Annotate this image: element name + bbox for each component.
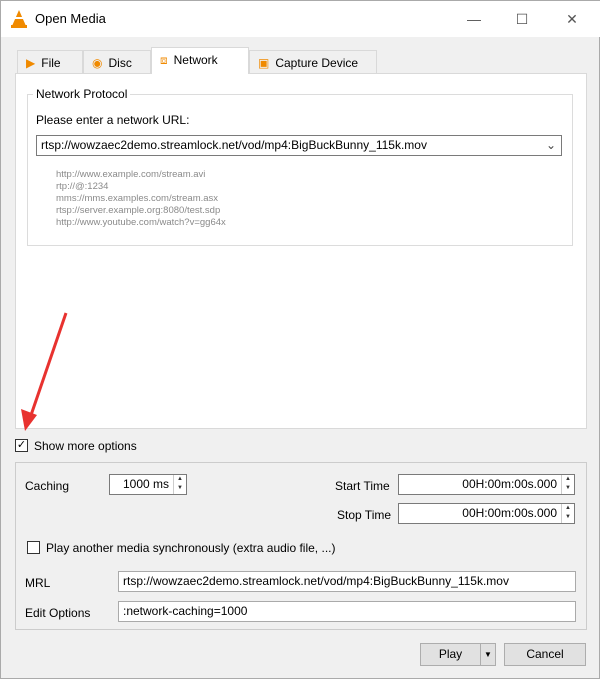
window-title: Open Media xyxy=(35,11,106,26)
vlc-cone-icon xyxy=(11,10,27,28)
network-url-combobox[interactable]: rtsp://wowzaec2demo.streamlock.net/vod/m… xyxy=(36,135,562,156)
capture-device-icon: ▣ xyxy=(258,56,270,70)
stop-time-field[interactable]: 00H:00m:00s.000 ▲ ▼ xyxy=(398,503,575,524)
show-more-options-label: Show more options xyxy=(34,439,137,453)
maximize-button[interactable]: ☐ xyxy=(507,7,537,31)
minimize-button[interactable]: — xyxy=(459,7,489,31)
tab-label: Network xyxy=(173,53,218,67)
edit-options-label: Edit Options xyxy=(25,606,91,620)
network-icon: ⧈ xyxy=(160,53,168,67)
tab-network[interactable]: ⧈ Network xyxy=(151,47,249,74)
play-dropdown-arrow-icon[interactable]: ▼ xyxy=(480,644,495,665)
sync-media-label: Play another media synchronously (extra … xyxy=(46,541,336,555)
mrl-label: MRL xyxy=(25,576,51,590)
cancel-button[interactable]: Cancel xyxy=(504,643,586,666)
caching-value: 1000 ms xyxy=(122,477,169,491)
tab-label: Capture Device xyxy=(275,56,359,70)
stop-time-value: 00H:00m:00s.000 xyxy=(462,506,557,520)
stop-time-label: Stop Time xyxy=(337,508,392,522)
sync-media-checkbox[interactable] xyxy=(27,541,40,554)
tab-capture-device[interactable]: ▣ Capture Device xyxy=(249,50,377,74)
example-url: rtsp://server.example.org:8080/test.sdp xyxy=(56,205,221,216)
url-prompt: Please enter a network URL: xyxy=(36,113,190,127)
spin-arrows-icon[interactable]: ▲ ▼ xyxy=(561,504,574,523)
spin-arrows-icon[interactable]: ▲ ▼ xyxy=(561,475,574,494)
show-more-options-checkbox[interactable]: ✓ xyxy=(15,439,28,452)
mrl-field[interactable]: rtsp://wowzaec2demo.streamlock.net/vod/m… xyxy=(118,571,576,592)
start-time-value: 00H:00m:00s.000 xyxy=(462,477,557,491)
tab-label: Disc xyxy=(108,56,132,70)
chevron-down-icon[interactable]: ⌄ xyxy=(546,136,556,155)
spin-arrows-icon[interactable]: ▲ ▼ xyxy=(173,475,186,494)
file-icon: ▶ xyxy=(26,56,36,70)
example-url: mms://mms.examples.com/stream.asx xyxy=(56,193,219,204)
start-time-label: Start Time xyxy=(335,479,390,493)
tab-file[interactable]: ▶ File xyxy=(17,50,83,74)
edit-options-field[interactable]: :network-caching=1000 xyxy=(118,601,576,622)
example-url: http://www.youtube.com/watch?v=gg64x xyxy=(56,217,226,228)
caching-label: Caching xyxy=(25,479,70,493)
example-url: http://www.example.com/stream.avi xyxy=(56,169,206,180)
group-title: Network Protocol xyxy=(33,87,131,101)
red-arrow-annotation xyxy=(21,312,68,431)
caching-spinbox[interactable]: 1000 ms ▲ ▼ xyxy=(109,474,187,495)
title-bar: Open Media — ☐ ✕ xyxy=(1,1,600,37)
tab-label: File xyxy=(41,56,61,70)
tab-disc[interactable]: ◉ Disc xyxy=(83,50,151,74)
url-value: rtsp://wowzaec2demo.streamlock.net/vod/m… xyxy=(41,138,427,152)
play-button[interactable]: Play ▼ xyxy=(420,643,496,666)
disc-icon: ◉ xyxy=(92,56,103,70)
play-label: Play xyxy=(438,647,463,661)
example-url: rtp://@:1234 xyxy=(56,181,109,192)
start-time-field[interactable]: 00H:00m:00s.000 ▲ ▼ xyxy=(398,474,575,495)
close-button[interactable]: ✕ xyxy=(557,7,587,31)
